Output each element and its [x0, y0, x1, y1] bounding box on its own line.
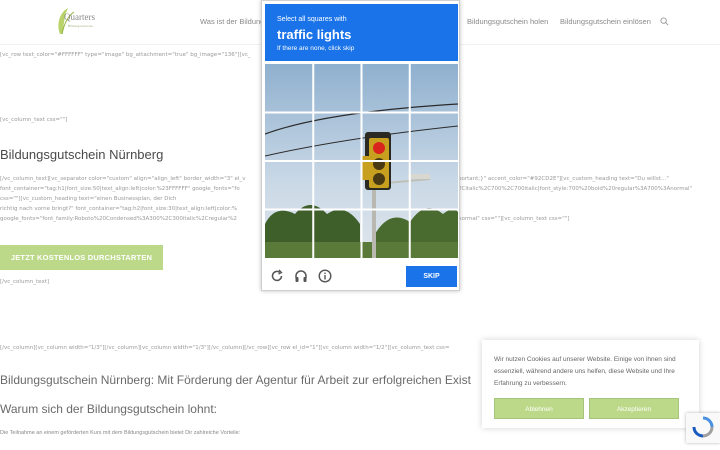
cookie-text: Wir nutzen Cookies auf unserer Website. …: [494, 356, 676, 387]
search-icon[interactable]: [660, 17, 669, 26]
skip-button[interactable]: SKIP: [406, 266, 457, 287]
accept-button[interactable]: Akzeptieren: [589, 398, 679, 419]
shortcode-line-c: css=""][vc_custom_heading text="einen Bu…: [0, 196, 177, 202]
captcha-instruction: Select all squares with: [277, 16, 347, 23]
shortcode-row-columns: [/vc_column][vc_column width="1/3"][/vc_…: [0, 345, 450, 351]
page-heading: Bildungsgutschein Nürnberg: [0, 147, 164, 162]
shortcode-line-a2: portant;}" accent_color="#92CD2E"][vc_cu…: [458, 176, 669, 182]
shortcode-line-e: google_fonts="font_family:Roboto%20Conde…: [0, 216, 237, 222]
logo-subtitle: Bildungszentrum: [68, 24, 94, 28]
audio-icon[interactable]: [294, 269, 308, 283]
captcha-grid: [265, 64, 458, 258]
start-free-button[interactable]: JETZT KOSTENLOS DURCHSTARTEN: [0, 245, 163, 270]
captcha-hint: If there are none, click skip: [277, 45, 355, 52]
recaptcha-badge[interactable]: [686, 413, 720, 443]
captcha-dialog: Select all squares with traffic lights I…: [261, 0, 460, 291]
shortcode-row-open: [vc_row text_color="#FFFFFF" type="image…: [0, 52, 251, 58]
cookie-banner: Wir nutzen Cookies auf unserer Website. …: [482, 340, 699, 428]
nav-item-was-ist[interactable]: Was ist der Bildung: [200, 17, 264, 26]
shortcode-line-e2: normal" css=""][vc_column_text css=""]: [458, 216, 570, 222]
info-icon[interactable]: [318, 269, 332, 283]
nav-item-einloesen[interactable]: Bildungsgutschein einlösen: [560, 17, 651, 26]
decline-button[interactable]: Ablehnen: [494, 398, 584, 419]
section-heading: Bildungsgutschein Nürnberg: Mit Förderun…: [0, 373, 471, 387]
captcha-footer: SKIP: [265, 263, 458, 289]
captcha-target: traffic lights: [277, 27, 352, 42]
captcha-header: Select all squares with traffic lights I…: [265, 4, 458, 61]
recaptcha-icon: [692, 416, 714, 438]
logo-text: Quarters: [64, 12, 95, 22]
subsection-heading: Warum sich der Bildungsgutschein lohnt:: [0, 402, 217, 416]
shortcode-line-a: [/vc_column_text][vc_separator color="cu…: [0, 176, 246, 182]
shortcode-column-text-end: [/vc_column_text]: [0, 279, 50, 285]
shortcode-line-b2: 2Citalic%2C700%2C700italic|font_style:70…: [458, 186, 693, 192]
intro-paragraph: Die Teilnahme an einem geförderten Kurs …: [0, 430, 241, 436]
shortcode-column-text: [vc_column_text css=""]: [0, 117, 68, 123]
reload-icon[interactable]: [270, 269, 284, 283]
shortcode-line-b: font_container="tag:h1|font_size:50|text…: [0, 186, 240, 192]
shortcode-line-d: richtig nach vorne bringt?" font_contain…: [0, 206, 238, 212]
nav-item-holen[interactable]: Bildungsgutschein holen: [467, 17, 548, 26]
